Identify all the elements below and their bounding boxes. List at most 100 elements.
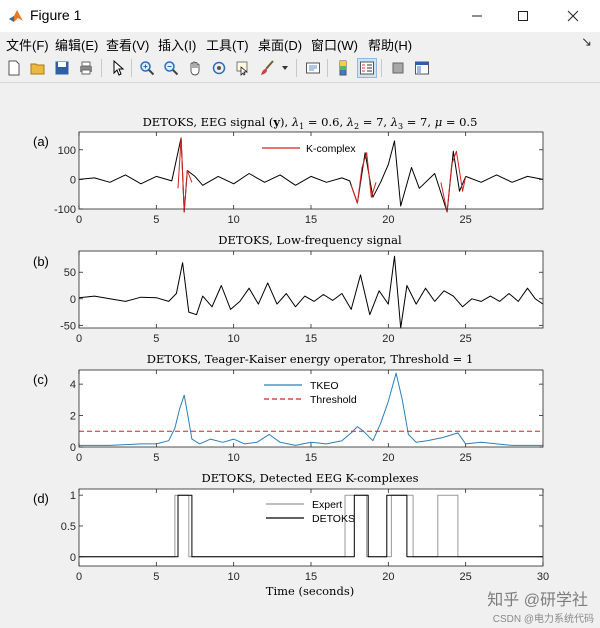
open-file-icon — [30, 63, 45, 75]
panel-a-xtick-label: 20 — [382, 214, 394, 226]
legend-threshold-label: Threshold — [310, 394, 357, 406]
window-titlebar: Figure 1 — [0, 0, 600, 32]
panel-b-xtick-label: 10 — [228, 333, 240, 345]
link-plot-button[interactable] — [303, 58, 323, 78]
print-button[interactable] — [76, 58, 96, 78]
panel-c-xtick-label: 5 — [153, 452, 159, 464]
toolbar-separator — [296, 59, 297, 77]
brush-dropdown-button[interactable] — [279, 58, 291, 78]
panel-c-ytick-label: 2 — [70, 411, 76, 423]
panel-c-xtick-label: 20 — [382, 452, 394, 464]
panel-c-label: (c) — [33, 372, 48, 387]
toolbar-separator — [131, 59, 132, 77]
minimize-button[interactable] — [454, 0, 500, 32]
colorbar-button[interactable] — [333, 58, 353, 78]
menu-bar: 文件(F) 编辑(E) 查看(V) 插入(I) 工具(T) 桌面(D) 窗口(W… — [0, 32, 600, 54]
figure-canvas: DETOKS, EEG signal (y), λ1 = 0.6, λ2 = 7… — [0, 83, 600, 628]
close-icon — [567, 10, 579, 22]
panel-d-ytick-label: 0 — [70, 552, 76, 564]
panel-b-xtick-label: 0 — [76, 333, 82, 345]
panel-c-xtick-label: 25 — [460, 452, 472, 464]
open-file-button[interactable] — [28, 58, 48, 78]
panel-a-xtick-label: 15 — [305, 214, 317, 226]
panel-c-xtick-label: 0 — [76, 452, 82, 464]
watermark-zhihu: 知乎 @研学社 — [487, 592, 588, 609]
rotate-3d-icon — [212, 61, 226, 75]
panel-d-xtick-label: 20 — [382, 571, 394, 583]
panel-b-xtick-label: 25 — [460, 333, 472, 345]
pointer-button[interactable] — [108, 58, 128, 78]
close-button[interactable] — [550, 0, 596, 32]
legend-expert-label: Expert — [312, 499, 342, 511]
watermark-csdn: CSDN @电力系统代码 — [492, 614, 594, 625]
panel-d-xtick-label: 15 — [305, 571, 317, 583]
toolbar-separator — [327, 59, 328, 77]
panel-b-plot-area — [79, 251, 543, 328]
panel-b-xtick-label: 20 — [382, 333, 394, 345]
menu-insert[interactable]: 插入(I) — [158, 35, 196, 54]
panel-d-xtick-label: 0 — [76, 571, 82, 583]
link-plot-icon — [306, 62, 320, 74]
hide-plot-tools-button[interactable] — [388, 58, 408, 78]
data-cursor-button[interactable] — [233, 58, 253, 78]
pointer-icon — [113, 60, 125, 76]
pan-button[interactable] — [185, 58, 205, 78]
panel-c-ytick-label: 4 — [70, 379, 76, 391]
panel-a-xtick-label: 10 — [228, 214, 240, 226]
panel-a-ytick-label: -100 — [54, 204, 76, 216]
menu-desktop[interactable]: 桌面(D) — [258, 35, 302, 54]
menu-edit[interactable]: 编辑(E) — [55, 35, 98, 54]
brush-icon — [261, 60, 274, 75]
minimize-icon — [472, 15, 482, 17]
panel-d-ytick-label: 0.5 — [61, 521, 76, 533]
panel-b-xtick-label: 15 — [305, 333, 317, 345]
toolbar-separator — [101, 59, 102, 77]
panel-d-label: (d) — [33, 491, 49, 506]
data-cursor-icon — [236, 61, 248, 76]
new-figure-icon — [8, 60, 20, 76]
save-icon — [55, 61, 69, 75]
show-plot-tools-button[interactable] — [412, 58, 432, 78]
menu-tools[interactable]: 工具(T) — [206, 35, 249, 54]
panel-b-ytick-label: -50 — [60, 320, 76, 332]
hide-plot-tools-icon — [392, 62, 404, 74]
panel-b-xtick-label: 5 — [153, 333, 159, 345]
maximize-icon — [518, 11, 528, 21]
panel-c-title: DETOKS, Teager-Kaiser energy operator, T… — [147, 352, 474, 366]
panel-b-label: (b) — [33, 254, 49, 269]
menu-window[interactable]: 窗口(W) — [311, 35, 358, 54]
panel-d-xtick-label: 5 — [153, 571, 159, 583]
panel-c-xtick-label: 10 — [228, 452, 240, 464]
zoom-in-icon — [140, 61, 155, 76]
zoom-out-button[interactable] — [161, 58, 181, 78]
panel-a-xtick-label: 0 — [76, 214, 82, 226]
new-figure-button[interactable] — [4, 58, 24, 78]
x-axis-label: Time (seconds) — [266, 584, 354, 598]
rotate-3d-button[interactable] — [209, 58, 229, 78]
brush-button[interactable] — [257, 58, 277, 78]
menu-file[interactable]: 文件(F) — [6, 35, 49, 54]
panel-d-xtick-label: 10 — [228, 571, 240, 583]
zoom-out-icon — [164, 61, 179, 76]
menu-view[interactable]: 查看(V) — [106, 35, 149, 54]
panel-a-xtick-label: 5 — [153, 214, 159, 226]
panel-a-title: DETOKS, EEG signal (y), λ1 = 0.6, λ2 = 7… — [143, 115, 478, 131]
legend-kcomplex-label: K-complex — [306, 143, 356, 155]
save-button[interactable] — [52, 58, 72, 78]
menu-help[interactable]: 帮助(H) — [368, 35, 412, 54]
panel-d-title: DETOKS, Detected EEG K-complexes — [201, 471, 418, 485]
panel-b-ytick-label: 0 — [70, 294, 76, 306]
legend-button[interactable] — [357, 58, 377, 78]
panel-c-xtick-label: 15 — [305, 452, 317, 464]
panel-b-title: DETOKS, Low-frequency signal — [218, 233, 402, 247]
menu-dock-arrow-icon[interactable]: ↘ — [581, 34, 592, 50]
panel-a-label: (a) — [33, 134, 49, 149]
pan-hand-icon — [190, 61, 200, 76]
maximize-button[interactable] — [500, 0, 546, 32]
panel-d-xtick-label: 25 — [460, 571, 472, 583]
window-title: Figure 1 — [30, 7, 82, 23]
panel-b-ytick-label: 50 — [64, 267, 76, 279]
legend-icon — [360, 61, 374, 75]
zoom-in-button[interactable] — [137, 58, 157, 78]
panel-d-xtick-label: 30 — [537, 571, 549, 583]
